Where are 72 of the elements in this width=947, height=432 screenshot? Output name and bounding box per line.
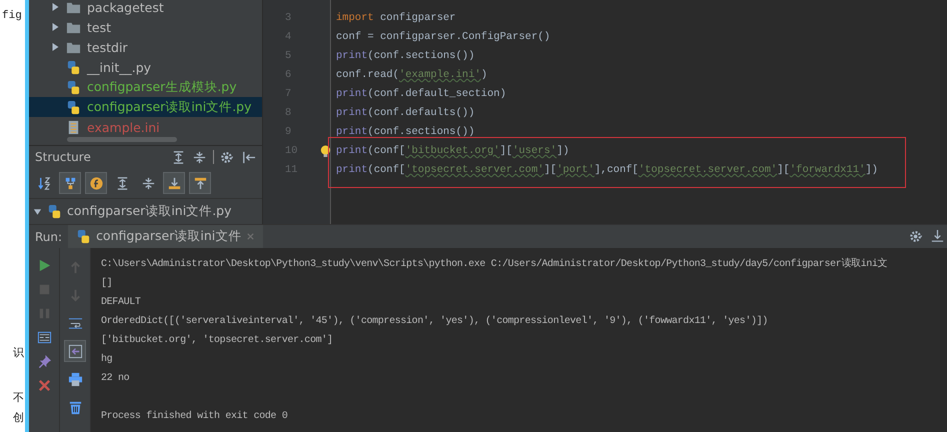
toggle-button[interactable] <box>59 172 81 194</box>
code-line: print(conf.sections()) <box>336 50 475 62</box>
code-line: import configparser <box>336 12 456 24</box>
run-tab[interactable]: configparser读取ini文件 <box>68 225 264 248</box>
folder-icon <box>66 0 81 14</box>
scroll-down-icon[interactable] <box>166 176 182 190</box>
console-line: ['bitbucket.org', 'topsecret.server.com'] <box>101 334 334 348</box>
scroll-end-icon[interactable] <box>68 344 82 358</box>
console-line: DEFAULT <box>101 296 142 310</box>
scrollbar[interactable] <box>262 0 271 224</box>
code-line: print(conf['topsecret.server.com']['port'],conf['topsecret.server.com']['forwardx11']) <box>336 164 878 176</box>
code-line: print(conf.sections()) <box>336 126 475 138</box>
python-file-icon <box>76 229 92 244</box>
sort-alpha-icon[interactable] <box>36 176 52 190</box>
tree-item[interactable]: configparser生成模块.py <box>29 77 262 97</box>
file-name: configparser读取ini文件.py <box>87 98 252 116</box>
console-line: C:\Users\Administrator\Desktop\Python3_study\venv\Scripts\python.exe C:/Users/Administrator/Desktop/Python3_study/day5/configparser读取ini文 <box>101 256 888 272</box>
console-line: [] <box>101 276 114 291</box>
toolbar-button[interactable] <box>64 340 86 362</box>
collapse-all-icon[interactable] <box>140 176 156 190</box>
code-line: print(conf.default_section) <box>336 88 506 100</box>
file-name: example.ini <box>87 120 160 134</box>
console-line: Process finished with exit code 0 <box>101 410 288 424</box>
layout-icon[interactable] <box>36 330 52 345</box>
python-file-icon <box>66 100 81 114</box>
wrap-icon[interactable] <box>68 316 82 330</box>
toggle-button[interactable] <box>85 172 107 194</box>
console-line: hg <box>101 352 114 367</box>
tree-item[interactable]: packagetest <box>29 0 262 17</box>
python-file-icon <box>66 60 81 74</box>
code-line: print(conf['bitbucket.org']['users']) <box>336 145 570 157</box>
hide-panel-icon[interactable] <box>241 150 256 164</box>
scroll-up-icon[interactable] <box>192 176 208 190</box>
pin-icon[interactable] <box>36 354 52 369</box>
download-icon[interactable] <box>930 229 945 244</box>
panel-title: Structure <box>35 150 91 164</box>
console-line: OrderedDict([('serveraliveinterval', '45'), ('compression', 'yes'), ('compressionlevel', '9'), ('fowwardx11', 'yes')]) <box>101 314 769 329</box>
code-line: print(conf.defaults()) <box>336 107 475 119</box>
page-text-fragment: 不 <box>13 390 24 405</box>
expand-arrow-icon[interactable] <box>33 206 42 216</box>
scrollbar[interactable] <box>67 137 177 142</box>
tree-item[interactable]: __init__.py <box>29 57 262 77</box>
tree-item[interactable]: test <box>29 17 262 37</box>
settings-icon[interactable] <box>909 229 924 244</box>
file-name: __init__.py <box>87 60 152 74</box>
lightbulb-icon[interactable] <box>320 145 331 158</box>
tree-item[interactable]: testdir <box>29 37 262 57</box>
collapse-all-icon[interactable] <box>192 150 207 164</box>
page-text-fragment: 创 <box>13 410 24 425</box>
python-file-icon <box>66 80 81 94</box>
code-line: conf.read('example.ini') <box>336 69 488 81</box>
tree-item[interactable]: configparser读取ini文件.py <box>29 97 262 117</box>
file-name: configparser读取ini文件.py <box>67 203 232 220</box>
file-name: test <box>87 20 112 34</box>
run-label: Run: <box>34 230 64 244</box>
field-icon[interactable] <box>88 176 104 190</box>
settings-icon[interactable] <box>220 150 235 164</box>
file-name: testdir <box>87 40 128 54</box>
close-icon[interactable] <box>36 378 52 393</box>
toggle-button[interactable] <box>189 172 211 194</box>
page-text-fragment: fig <box>2 10 22 22</box>
toggle-button[interactable] <box>163 172 185 194</box>
file-name: packagetest <box>87 0 164 14</box>
trash-icon[interactable] <box>68 400 82 414</box>
console-line: 22 no <box>101 372 130 386</box>
python-file-icon <box>47 204 62 219</box>
file-name: configparser生成模块.py <box>87 78 237 96</box>
expand-all-icon[interactable] <box>171 150 186 164</box>
printer-icon[interactable] <box>68 372 82 386</box>
page-text-fragment: 识 <box>13 345 24 360</box>
ini-file-icon <box>66 120 81 134</box>
code-line: conf = configparser.ConfigParser() <box>336 31 550 43</box>
